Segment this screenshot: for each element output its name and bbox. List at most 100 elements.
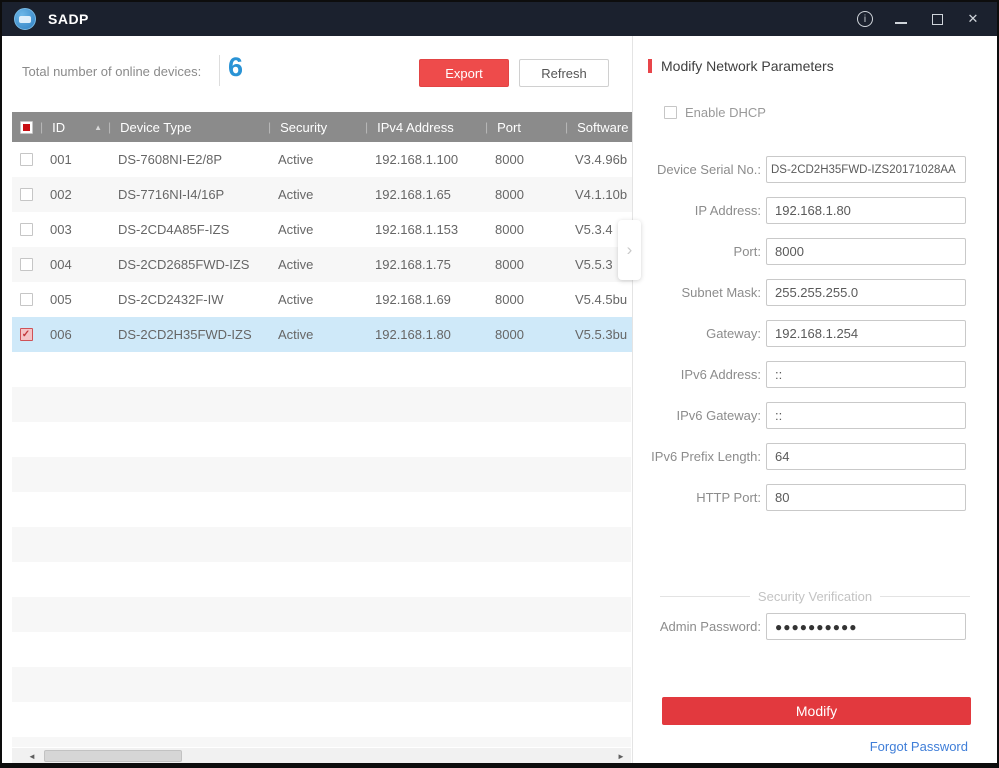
row-checkbox[interactable] xyxy=(20,153,33,166)
cell-port: 8000 xyxy=(485,257,565,272)
cell-port: 8000 xyxy=(485,292,565,307)
security-verification-divider: Security Verification xyxy=(660,589,970,604)
row-checkbox[interactable]: ✓ xyxy=(20,328,33,341)
refresh-button[interactable]: Refresh xyxy=(519,59,609,87)
cell-software: V4.1.10b xyxy=(565,187,632,202)
table-row-selected[interactable]: ✓ 006 DS-2CD2H35FWD-IZS Active 192.168.1… xyxy=(12,317,632,352)
horizontal-scrollbar[interactable]: ◄ ► xyxy=(12,748,631,764)
row-checkbox[interactable] xyxy=(20,188,33,201)
row-checkbox[interactable] xyxy=(20,293,33,306)
close-button[interactable]: ✕ xyxy=(959,7,987,31)
enable-dhcp-label: Enable DHCP xyxy=(685,105,766,120)
column-header-port[interactable]: |Port xyxy=(485,112,565,142)
title-accent-bar xyxy=(648,59,652,73)
subnet-mask-input[interactable] xyxy=(766,279,966,306)
cell-software: V3.4.96b xyxy=(565,152,632,167)
table-row[interactable]: 005 DS-2CD2432F-IW Active 192.168.1.69 8… xyxy=(12,282,632,317)
total-devices-label: Total number of online devices: xyxy=(22,64,201,79)
titlebar: SADP i ✕ xyxy=(2,2,997,36)
field-label-port: Port: xyxy=(633,244,766,259)
column-divider: | xyxy=(565,120,568,134)
scroll-right-arrow[interactable]: ► xyxy=(613,748,629,764)
column-header-security[interactable]: |Security xyxy=(268,112,365,142)
cell-security: Active xyxy=(268,292,365,307)
field-label-ip: IP Address: xyxy=(633,203,766,218)
cell-id: 003 xyxy=(40,222,108,237)
column-header-id[interactable]: |ID▲ xyxy=(40,112,108,142)
field-label-subnet: Subnet Mask: xyxy=(633,285,766,300)
empty-rows-area xyxy=(12,352,631,747)
cell-id: 005 xyxy=(40,292,108,307)
sadp-logo-icon xyxy=(14,8,36,30)
maximize-button[interactable] xyxy=(923,7,951,31)
table-row[interactable]: 003 DS-2CD4A85F-IZS Active 192.168.1.153… xyxy=(12,212,632,247)
column-header-ipv4[interactable]: |IPv4 Address xyxy=(365,112,485,142)
column-divider: | xyxy=(485,120,488,134)
cell-device-type: DS-2CD2685FWD-IZS xyxy=(108,257,268,272)
modify-button[interactable]: Modify xyxy=(662,697,971,725)
chevron-right-icon: › xyxy=(627,240,633,260)
cell-device-type: DS-7608NI-E2/8P xyxy=(108,152,268,167)
cell-security: Active xyxy=(268,152,365,167)
info-icon: i xyxy=(857,11,873,27)
close-icon: ✕ xyxy=(968,11,979,27)
http-port-input[interactable] xyxy=(766,484,966,511)
app-window: SADP i ✕ Total number of online devices:… xyxy=(0,0,999,768)
column-header-software[interactable]: |Software xyxy=(565,112,632,142)
about-button[interactable]: i xyxy=(851,7,879,31)
column-header-device-type[interactable]: |Device Type xyxy=(108,112,268,142)
field-label-ipv6-prefix: IPv6 Prefix Length: xyxy=(633,449,766,464)
port-input[interactable] xyxy=(766,238,966,265)
minimize-button[interactable] xyxy=(887,7,915,31)
export-button[interactable]: Export xyxy=(419,59,509,87)
field-label-serial: Device Serial No.: xyxy=(633,162,766,177)
column-divider: | xyxy=(40,120,43,134)
cell-software: V5.4.5bu xyxy=(565,292,632,307)
forgot-password-link[interactable]: Forgot Password xyxy=(870,739,968,754)
row-checkbox[interactable] xyxy=(20,258,33,271)
scrollbar-thumb[interactable] xyxy=(44,750,182,762)
admin-password-label: Admin Password: xyxy=(633,619,766,634)
admin-password-input[interactable] xyxy=(766,613,966,640)
cell-id: 001 xyxy=(40,152,108,167)
minimize-icon xyxy=(895,14,907,24)
cell-port: 8000 xyxy=(485,187,565,202)
modify-network-panel: Modify Network Parameters Enable DHCP De… xyxy=(632,36,997,763)
device-count: 6 xyxy=(228,52,243,83)
serial-number-input[interactable] xyxy=(766,156,966,183)
table-row[interactable]: 001 DS-7608NI-E2/8P Active 192.168.1.100… xyxy=(12,142,632,177)
select-all-checkbox[interactable] xyxy=(20,121,33,134)
cell-ipv4: 192.168.1.69 xyxy=(365,292,485,307)
cell-port: 8000 xyxy=(485,327,565,342)
field-label-gateway: Gateway: xyxy=(633,326,766,341)
cell-device-type: DS-2CD4A85F-IZS xyxy=(108,222,268,237)
table-row[interactable]: 004 DS-2CD2685FWD-IZS Active 192.168.1.7… xyxy=(12,247,632,282)
ipv6-address-input[interactable] xyxy=(766,361,966,388)
cell-security: Active xyxy=(268,187,365,202)
scroll-left-arrow[interactable]: ◄ xyxy=(24,748,40,764)
ipv6-prefix-length-input[interactable] xyxy=(766,443,966,470)
table-header: |ID▲ |Device Type |Security |IPv4 Addres… xyxy=(12,112,632,142)
count-separator xyxy=(219,55,220,86)
ip-address-input[interactable] xyxy=(766,197,966,224)
cell-port: 8000 xyxy=(485,222,565,237)
table-row[interactable]: 002 DS-7716NI-I4/16P Active 192.168.1.65… xyxy=(12,177,632,212)
field-label-http-port: HTTP Port: xyxy=(633,490,766,505)
panel-expand-handle[interactable]: › xyxy=(618,220,641,280)
enable-dhcp-checkbox[interactable] xyxy=(664,106,677,119)
gateway-input[interactable] xyxy=(766,320,966,347)
cell-id: 006 xyxy=(40,327,108,342)
sort-asc-icon: ▲ xyxy=(94,123,102,132)
ipv6-gateway-input[interactable] xyxy=(766,402,966,429)
field-label-ipv6-address: IPv6 Address: xyxy=(633,367,766,382)
cell-ipv4: 192.168.1.75 xyxy=(365,257,485,272)
cell-device-type: DS-2CD2H35FWD-IZS xyxy=(108,327,268,342)
maximize-icon xyxy=(932,14,943,25)
cell-id: 002 xyxy=(40,187,108,202)
cell-port: 8000 xyxy=(485,152,565,167)
column-divider: | xyxy=(268,120,271,134)
row-checkbox[interactable] xyxy=(20,223,33,236)
cell-ipv4: 192.168.1.65 xyxy=(365,187,485,202)
cell-security: Active xyxy=(268,257,365,272)
network-form: Device Serial No.: IP Address: Port: Sub… xyxy=(633,156,997,511)
